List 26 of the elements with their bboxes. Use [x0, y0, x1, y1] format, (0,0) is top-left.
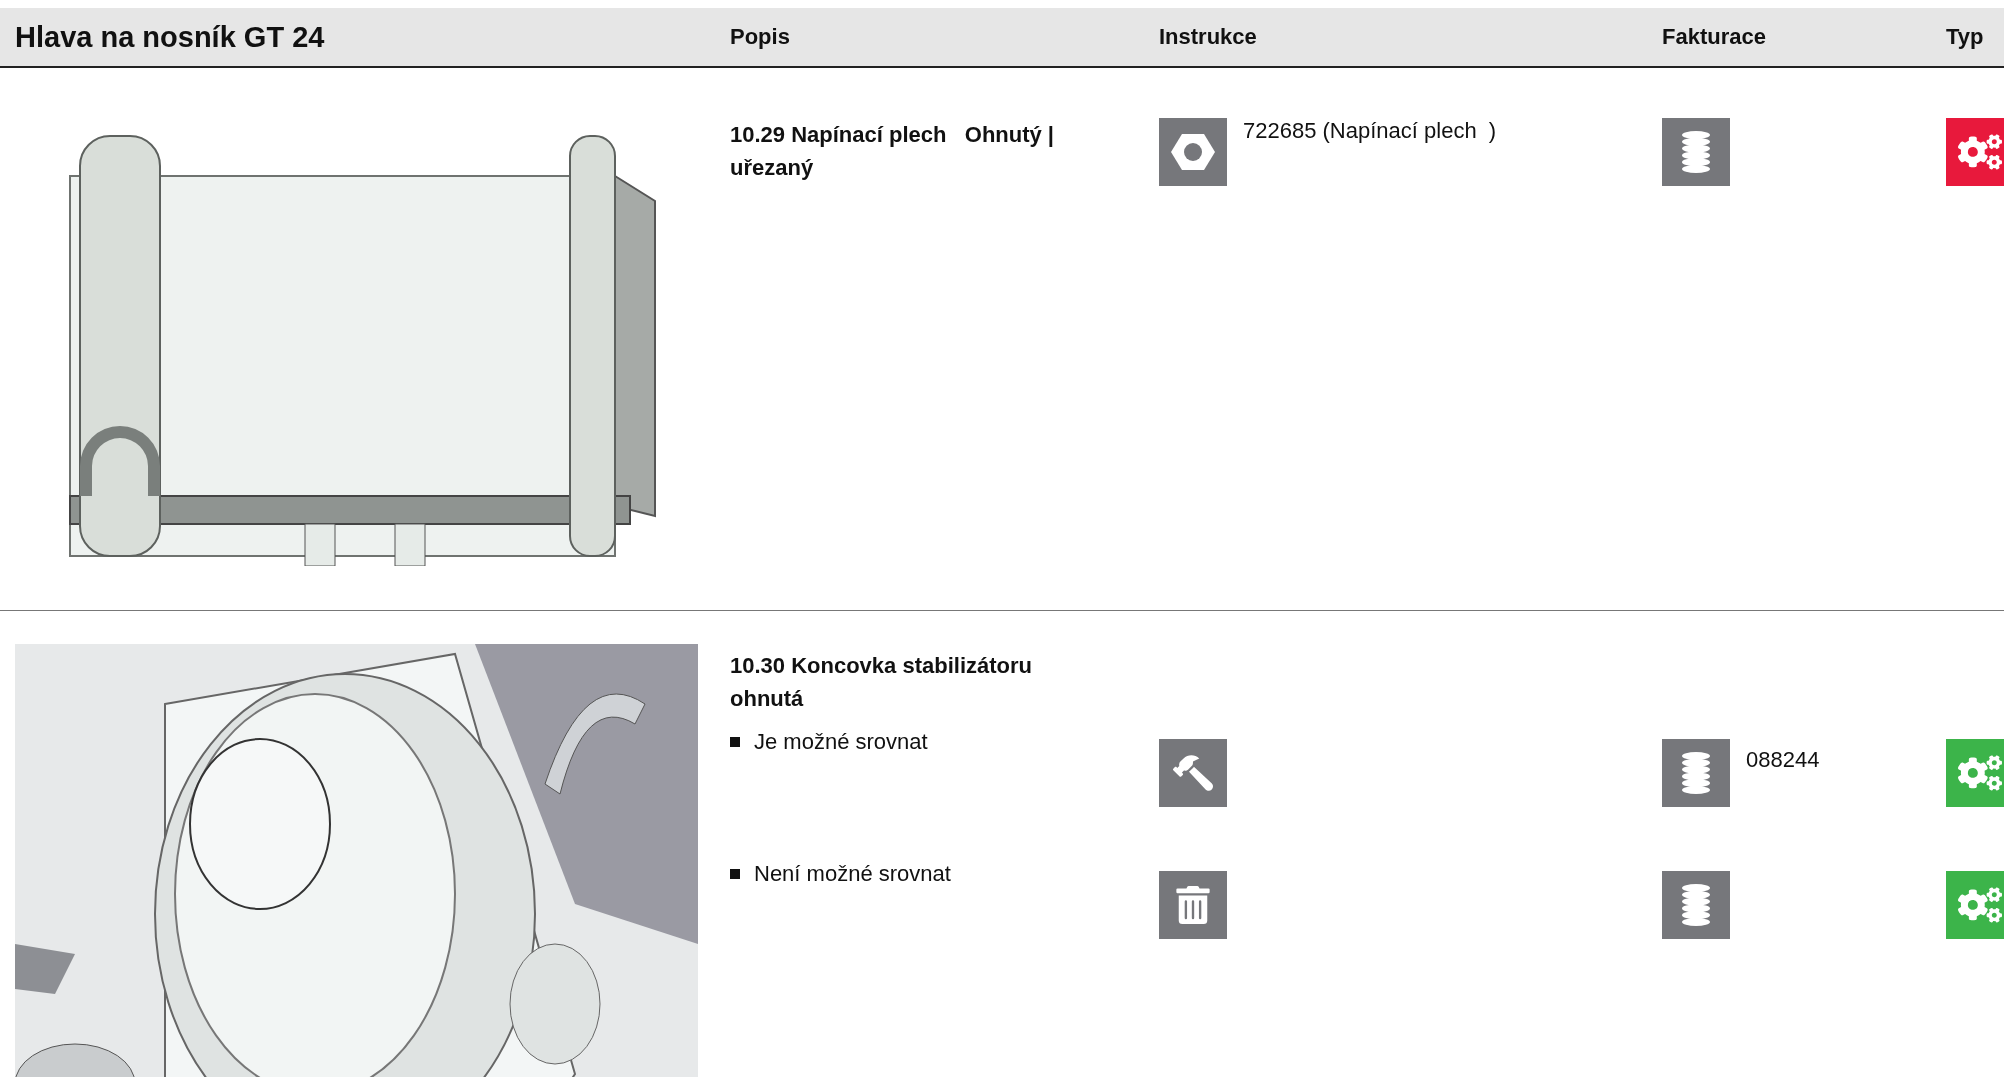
item-title: 10.29 Napínací plech Ohnutý | uřezaný: [730, 121, 1056, 182]
type-tile[interactable]: [1946, 118, 2004, 186]
coins-icon: [1681, 130, 1711, 174]
type-tile[interactable]: [1946, 871, 2004, 939]
coins-icon: [1681, 883, 1711, 927]
column-header: Fakturace: [1662, 24, 1767, 50]
page-title: Hlava na nosník GT 24: [15, 20, 326, 54]
column-header: Popis: [730, 24, 791, 50]
bullet-item: Není možné srovnat: [730, 859, 1159, 889]
nut-icon: [1171, 132, 1215, 172]
billing-tile[interactable]: [1662, 118, 1730, 186]
billing-tile[interactable]: [1662, 739, 1730, 807]
instruction-tile[interactable]: [1159, 871, 1227, 939]
bullet-item: Je možné srovnat: [730, 727, 1159, 757]
instruction-text: 722685 (Napínací plech ): [1243, 118, 1497, 144]
type-tile[interactable]: [1946, 739, 2004, 807]
coins-icon: [1681, 751, 1711, 795]
column-header: Instrukce: [1159, 24, 1258, 50]
item-title: 10.30 Koncovka stabilizátoru ohnutá: [730, 652, 1033, 713]
column-header: Typ: [1946, 24, 1985, 50]
trash-icon: [1174, 886, 1212, 924]
instruction-tile[interactable]: [1159, 739, 1227, 807]
hammer-icon: [1173, 753, 1213, 793]
billing-text: 088244: [1746, 747, 1820, 773]
instruction-tile[interactable]: [1159, 118, 1227, 186]
billing-tile[interactable]: [1662, 871, 1730, 939]
